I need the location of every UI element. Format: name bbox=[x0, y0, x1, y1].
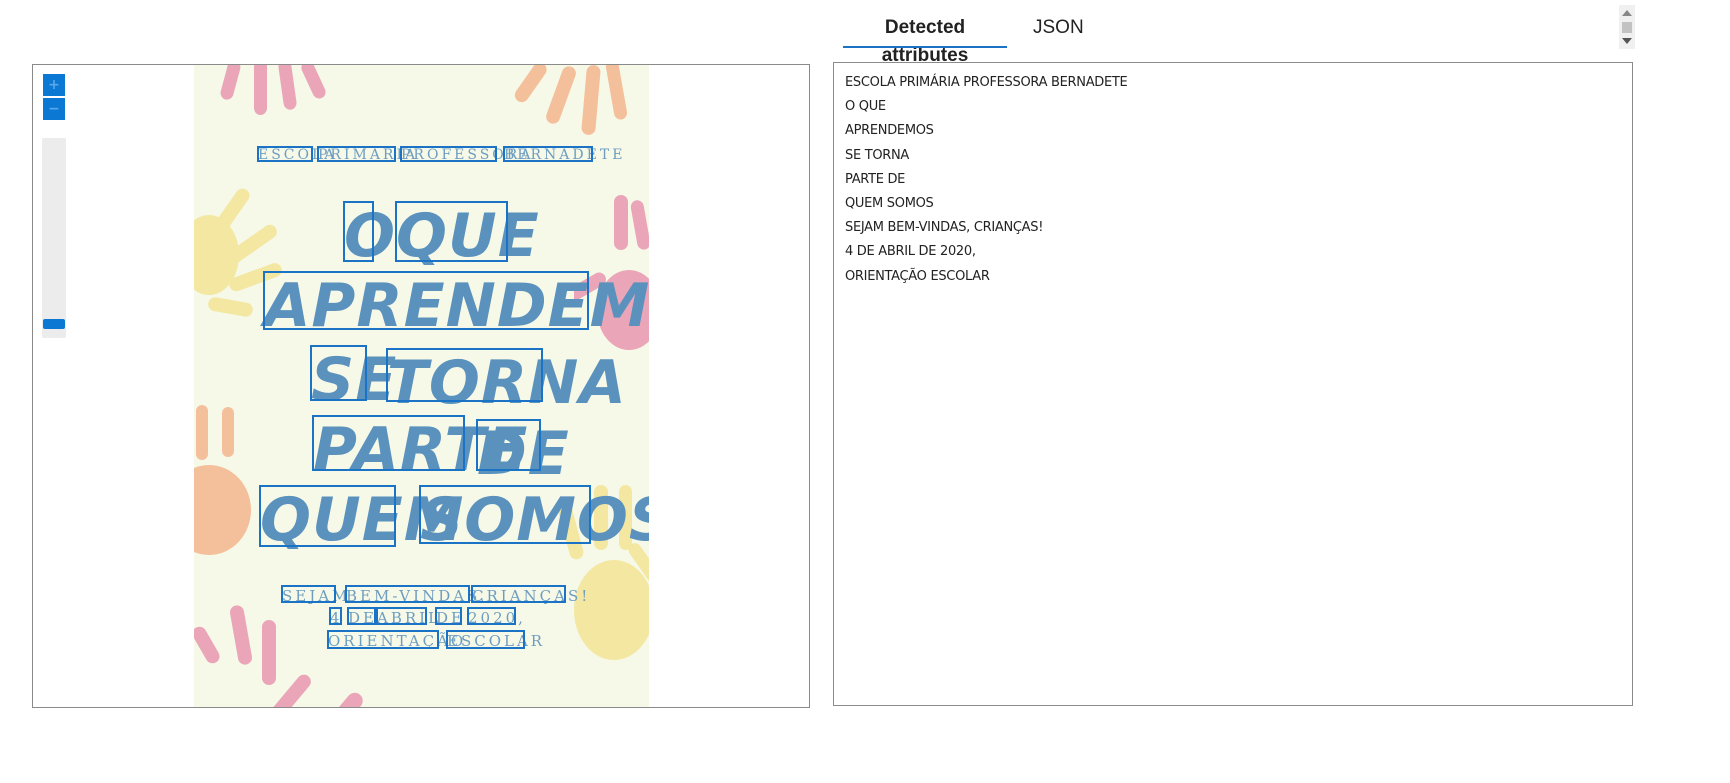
attribute-line: PARTE DE bbox=[845, 171, 906, 187]
text-bounding-box bbox=[400, 146, 497, 162]
text-bounding-box bbox=[395, 201, 508, 262]
text-bounding-box bbox=[259, 485, 396, 547]
attribute-line: O QUE bbox=[845, 99, 886, 115]
tab-json[interactable]: JSON bbox=[1033, 14, 1084, 48]
text-bounding-box bbox=[435, 607, 462, 625]
text-bounding-box bbox=[345, 585, 470, 603]
attribute-line: SEJAM BEM-VINDAS, CRIANÇAS! bbox=[845, 220, 1044, 236]
attribute-line: APRENDEMOS bbox=[845, 123, 934, 139]
zoom-in-button[interactable]: + bbox=[43, 74, 65, 96]
text-bounding-box bbox=[317, 146, 396, 162]
text-bounding-box bbox=[376, 607, 427, 625]
attribute-list: ESCOLA PRIMÁRIA PROFESSORA BERNADETE O Q… bbox=[845, 71, 1128, 289]
handprint-orange-left-icon bbox=[194, 405, 251, 555]
zoom-out-button[interactable]: − bbox=[43, 98, 65, 120]
tab-detected-attributes[interactable]: Detected attributes bbox=[843, 14, 1007, 66]
zoom-slider-track[interactable] bbox=[42, 138, 66, 338]
poster-image: ESCOLA PRIMÁRIA PROFESSORA BERNADETE O Q… bbox=[194, 65, 649, 707]
attribute-line: ESCOLA PRIMÁRIA PROFESSORA BERNADETE bbox=[845, 75, 1128, 90]
active-tab-indicator bbox=[843, 46, 1007, 48]
scroll-up-arrow-icon[interactable] bbox=[1622, 10, 1632, 16]
text-bounding-box bbox=[263, 271, 589, 330]
text-bounding-box bbox=[312, 415, 465, 471]
handprint-pink-top-left-icon bbox=[220, 65, 326, 115]
text-bounding-box bbox=[446, 630, 525, 649]
text-bounding-box bbox=[257, 146, 313, 162]
text-bounding-box bbox=[419, 485, 591, 544]
text-bounding-box bbox=[347, 607, 376, 625]
text-bounding-box bbox=[281, 585, 336, 603]
attribute-line: ORIENTAÇÃO ESCOLAR bbox=[845, 268, 990, 284]
attribute-line: QUEM SOMOS bbox=[845, 196, 934, 212]
scroll-down-arrow-icon[interactable] bbox=[1622, 38, 1632, 44]
text-bounding-box bbox=[386, 348, 543, 402]
text-bounding-box bbox=[310, 345, 367, 401]
text-bounding-box bbox=[343, 201, 374, 262]
text-bounding-box bbox=[329, 607, 342, 625]
detected-attributes-panel[interactable]: ESCOLA PRIMÁRIA PROFESSORA BERNADETE O Q… bbox=[833, 62, 1633, 706]
tabs-scrollbar[interactable] bbox=[1619, 5, 1635, 49]
text-bounding-box bbox=[467, 607, 516, 625]
image-viewer[interactable]: + − ESCOLA PRIMÁRIA PROFESSORA BERNADETE… bbox=[32, 64, 810, 708]
zoom-slider-thumb[interactable] bbox=[43, 319, 65, 329]
attribute-line: 4 DE ABRIL DE 2020, bbox=[845, 244, 976, 260]
text-bounding-box bbox=[471, 585, 566, 603]
text-bounding-box bbox=[327, 630, 439, 649]
text-bounding-box bbox=[476, 419, 541, 471]
text-bounding-box bbox=[503, 146, 593, 162]
scrollbar-thumb[interactable] bbox=[1622, 22, 1632, 33]
attribute-line: SE TORNA bbox=[845, 147, 910, 163]
handprint-orange-top-right-icon bbox=[514, 65, 628, 135]
